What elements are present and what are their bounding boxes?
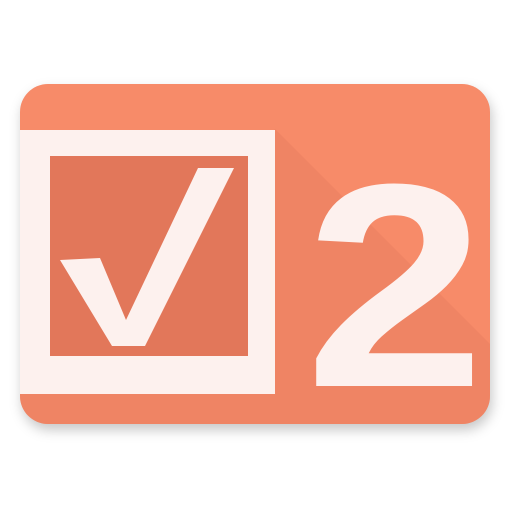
badge-number: 2 xyxy=(305,124,485,424)
icon-artwork: 2 xyxy=(20,84,490,424)
icon-card: 2 xyxy=(20,84,490,424)
app-icon: 2 xyxy=(0,0,512,512)
